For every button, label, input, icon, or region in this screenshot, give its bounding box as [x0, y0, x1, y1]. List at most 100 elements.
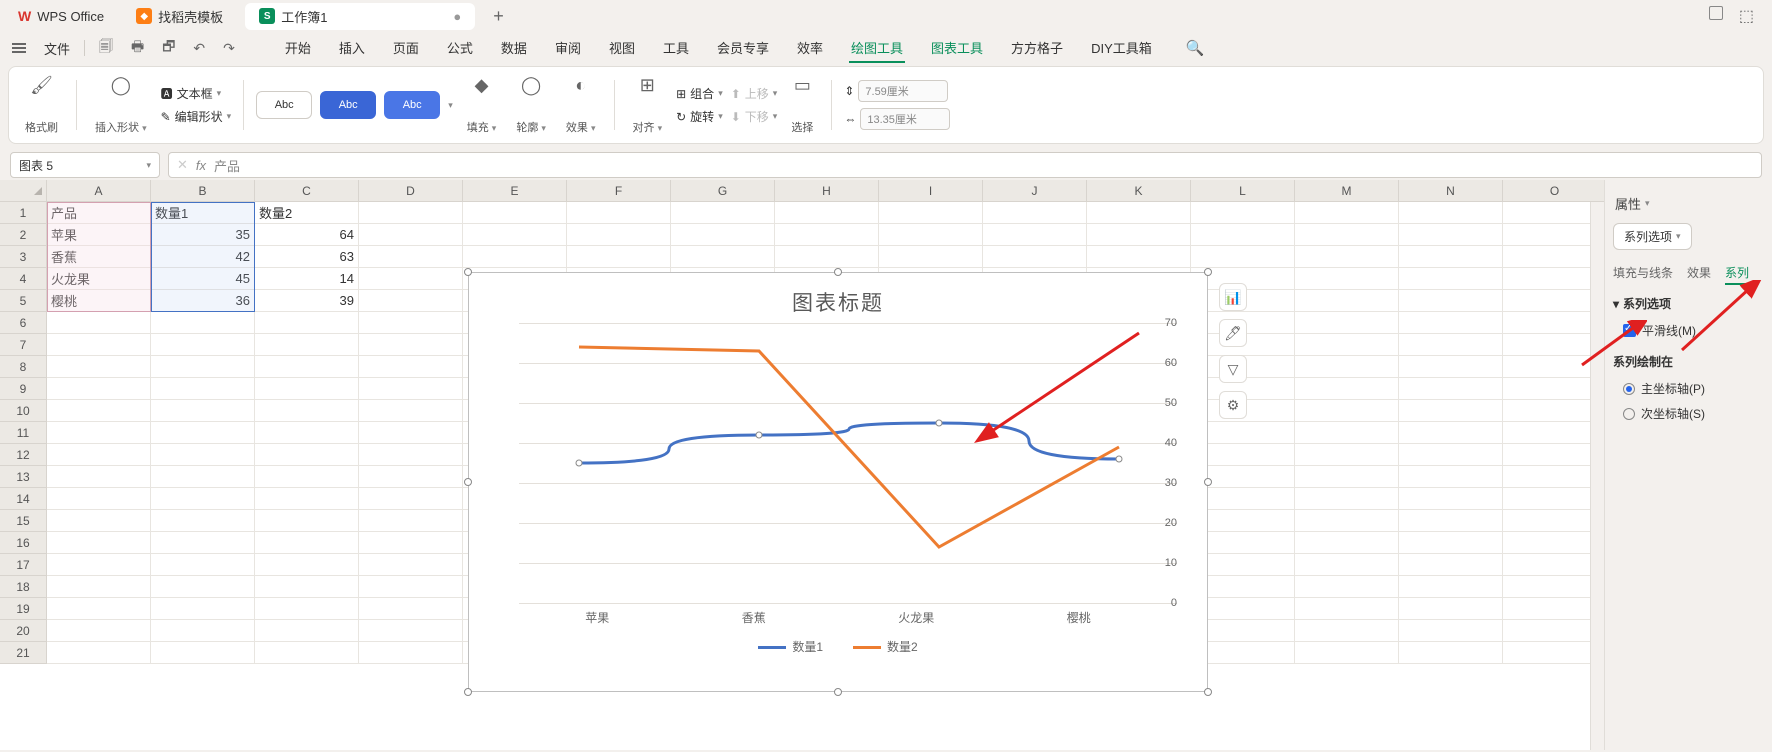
- cell[interactable]: [1295, 620, 1399, 642]
- cell[interactable]: [47, 334, 151, 356]
- resize-handle-icon[interactable]: [834, 688, 842, 696]
- cell[interactable]: [1503, 620, 1604, 642]
- cell[interactable]: [359, 202, 463, 224]
- cell[interactable]: [1399, 290, 1503, 312]
- cell[interactable]: [47, 488, 151, 510]
- cell[interactable]: 39: [255, 290, 359, 312]
- cell[interactable]: [359, 400, 463, 422]
- cell[interactable]: 苹果: [47, 224, 151, 246]
- resize-handle-icon[interactable]: [464, 688, 472, 696]
- cell[interactable]: [255, 532, 359, 554]
- cell[interactable]: 35: [151, 224, 255, 246]
- row-header[interactable]: 10: [0, 400, 47, 422]
- close-icon[interactable]: ●: [453, 9, 461, 24]
- resize-handle-icon[interactable]: [1204, 478, 1212, 486]
- search-icon[interactable]: 🔍: [1186, 39, 1205, 57]
- cell[interactable]: 36: [151, 290, 255, 312]
- hamburger-icon[interactable]: [8, 39, 30, 57]
- cell[interactable]: [151, 312, 255, 334]
- menu-member[interactable]: 会员专享: [715, 34, 771, 63]
- cell[interactable]: 63: [255, 246, 359, 268]
- cell[interactable]: 产品: [47, 202, 151, 224]
- resize-handle-icon[interactable]: [834, 268, 842, 276]
- cell[interactable]: [255, 356, 359, 378]
- cell[interactable]: [255, 598, 359, 620]
- cell[interactable]: [359, 488, 463, 510]
- row-header[interactable]: 17: [0, 554, 47, 576]
- rotate-button[interactable]: ↻ 旋转 ▾: [676, 108, 723, 125]
- cell[interactable]: [47, 466, 151, 488]
- cell[interactable]: 64: [255, 224, 359, 246]
- vertical-scrollbar[interactable]: [1590, 202, 1604, 750]
- chart-style-icon[interactable]: 🖊: [1219, 319, 1247, 347]
- cell[interactable]: 火龙果: [47, 268, 151, 290]
- row-header[interactable]: 3: [0, 246, 47, 268]
- cell[interactable]: [775, 246, 879, 268]
- cell[interactable]: [359, 576, 463, 598]
- select-button[interactable]: ▭选择: [785, 75, 819, 135]
- cell[interactable]: [255, 488, 359, 510]
- cell[interactable]: [1399, 202, 1503, 224]
- cell[interactable]: [463, 224, 567, 246]
- side-tab-effect[interactable]: 效果: [1687, 264, 1711, 285]
- cell[interactable]: [47, 378, 151, 400]
- cell[interactable]: 42: [151, 246, 255, 268]
- cell[interactable]: [255, 312, 359, 334]
- cell[interactable]: 香蕉: [47, 246, 151, 268]
- formula-input[interactable]: ✕ fx 产品: [168, 152, 1762, 178]
- style-preset-1[interactable]: Abc: [256, 91, 312, 119]
- menu-review[interactable]: 审阅: [553, 34, 583, 63]
- row-header[interactable]: 9: [0, 378, 47, 400]
- cell[interactable]: [1191, 224, 1295, 246]
- cell[interactable]: [1503, 400, 1604, 422]
- cell[interactable]: [1399, 466, 1503, 488]
- fill-button[interactable]: ◆填充 ▾: [461, 75, 503, 135]
- row-header[interactable]: 12: [0, 444, 47, 466]
- cell[interactable]: [1295, 576, 1399, 598]
- cell[interactable]: [1087, 224, 1191, 246]
- cell[interactable]: [1295, 378, 1399, 400]
- style-more-icon[interactable]: ▾: [448, 100, 453, 111]
- col-headers[interactable]: ABCDEFGHIJKLMNO: [47, 180, 1604, 202]
- cell[interactable]: [1503, 532, 1604, 554]
- cell[interactable]: [671, 246, 775, 268]
- cell[interactable]: [879, 202, 983, 224]
- menu-view[interactable]: 视图: [607, 34, 637, 63]
- cell[interactable]: [1295, 246, 1399, 268]
- row-header[interactable]: 4: [0, 268, 47, 290]
- cell[interactable]: [1399, 488, 1503, 510]
- cell[interactable]: [359, 378, 463, 400]
- cell[interactable]: [255, 554, 359, 576]
- row-header[interactable]: 13: [0, 466, 47, 488]
- cell[interactable]: [1295, 554, 1399, 576]
- cell[interactable]: [1295, 598, 1399, 620]
- cell[interactable]: [359, 290, 463, 312]
- cell[interactable]: [151, 488, 255, 510]
- cell[interactable]: [255, 400, 359, 422]
- cell[interactable]: [1399, 378, 1503, 400]
- cell[interactable]: [1191, 202, 1295, 224]
- cell[interactable]: [1503, 642, 1604, 664]
- cell[interactable]: [255, 334, 359, 356]
- cell[interactable]: [1295, 532, 1399, 554]
- cell[interactable]: [1399, 554, 1503, 576]
- smooth-line-checkbox[interactable]: 平滑线(M): [1613, 318, 1764, 343]
- cell[interactable]: [1295, 444, 1399, 466]
- row-header[interactable]: 14: [0, 488, 47, 510]
- chart-plot[interactable]: 010203040506070: [519, 323, 1177, 603]
- cell[interactable]: [255, 620, 359, 642]
- col-header[interactable]: J: [983, 180, 1087, 202]
- menu-tools[interactable]: 工具: [661, 34, 691, 63]
- cell[interactable]: [1295, 312, 1399, 334]
- cell[interactable]: [359, 532, 463, 554]
- cell[interactable]: [151, 532, 255, 554]
- chart-filter-icon[interactable]: ▽: [1219, 355, 1247, 383]
- cell[interactable]: [47, 598, 151, 620]
- cell[interactable]: [359, 268, 463, 290]
- cell[interactable]: [567, 246, 671, 268]
- cell[interactable]: [1503, 378, 1604, 400]
- cell[interactable]: [1295, 268, 1399, 290]
- cell[interactable]: [1399, 334, 1503, 356]
- cell[interactable]: [151, 554, 255, 576]
- cancel-icon[interactable]: ✕: [177, 157, 188, 173]
